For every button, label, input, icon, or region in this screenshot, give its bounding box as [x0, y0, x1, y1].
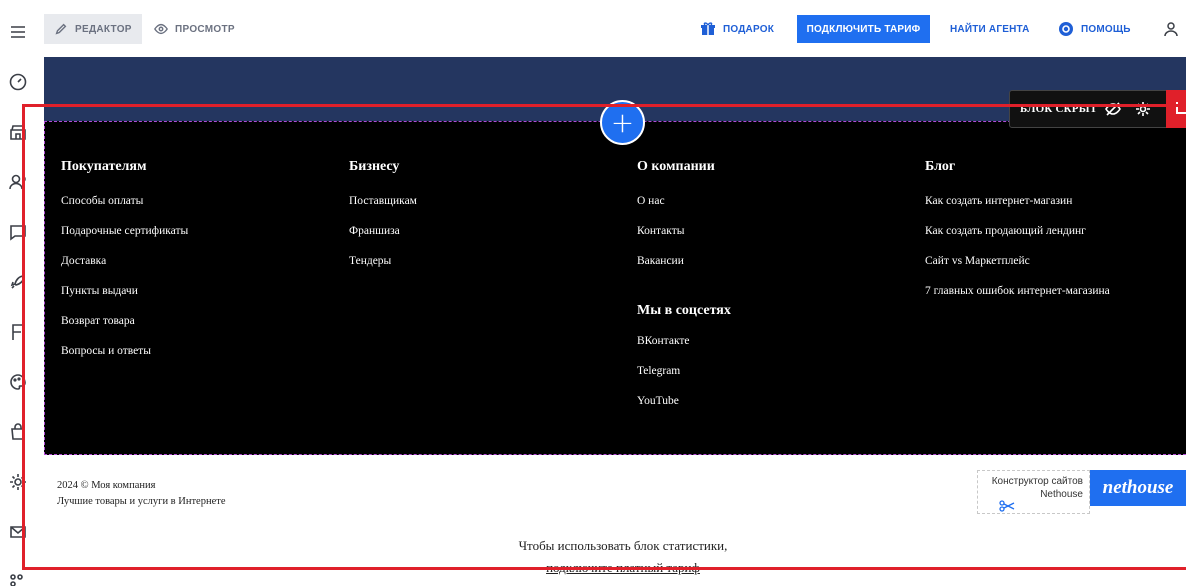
connect-tariff-button[interactable]: ПОДКЛЮЧИТЬ ТАРИФ — [797, 15, 930, 43]
footer-link[interactable]: Пункты выдачи — [61, 284, 188, 314]
footer-column-business: Бизнесу Поставщикам Франшиза Тендеры — [349, 159, 417, 284]
footer-link[interactable]: Вакансии — [637, 254, 731, 284]
rocket-icon[interactable] — [8, 272, 28, 292]
block-delete-tab[interactable] — [1166, 90, 1186, 128]
left-sidebar — [0, 0, 36, 586]
column-title: О компании — [637, 159, 715, 174]
footer-link[interactable]: Как создать продающий лендинг — [925, 224, 1110, 254]
footer-link[interactable]: Франшиза — [349, 224, 417, 254]
stats-line1: Чтобы использовать блок статистики, — [518, 538, 728, 553]
menu-icon[interactable] — [8, 22, 28, 42]
block-boundary-left — [44, 121, 45, 455]
block-hidden-indicator[interactable]: БЛОК СКРЫТ — [1009, 90, 1169, 128]
social-link-telegram[interactable]: Telegram — [637, 364, 731, 394]
footer-link[interactable]: 7 главных ошибок интернет-магазина — [925, 284, 1110, 314]
badge-text: Конструктор сайтов Nethouse — [977, 470, 1090, 514]
store-icon[interactable] — [8, 122, 28, 142]
pencil-icon — [55, 23, 67, 35]
slogan-line: Лучшие товары и услуги в Интернете — [57, 496, 226, 507]
gift-label: ПОДАРОК — [723, 23, 774, 35]
flag-icon[interactable] — [8, 322, 28, 342]
stats-message: Чтобы использовать блок статистики, подк… — [400, 535, 846, 579]
footer-link[interactable]: Тендеры — [349, 254, 417, 284]
chat-icon[interactable] — [8, 222, 28, 242]
bag-icon[interactable] — [8, 422, 28, 442]
footer-link[interactable]: Как создать интернет-магазин — [925, 194, 1110, 224]
copyright: 2024 © Моя компания Лучшие товары и услу… — [57, 478, 226, 510]
social-title: Мы в соцсетях — [637, 303, 731, 318]
eye-icon — [154, 23, 168, 35]
block-boundary-bottom — [44, 454, 1186, 455]
nethouse-badge[interactable]: Конструктор сайтов Nethouse nethouse — [977, 470, 1186, 514]
footer-link[interactable]: Доставка — [61, 254, 188, 284]
badge-line1: Конструктор сайтов — [991, 476, 1083, 487]
social-link-vk[interactable]: ВКонтакте — [637, 334, 731, 364]
tab-editor-label: РЕДАКТОР — [75, 23, 132, 35]
footer-link[interactable]: Поставщикам — [349, 194, 417, 224]
footer-link[interactable]: Возврат товара — [61, 314, 188, 344]
palette-icon[interactable] — [8, 372, 28, 392]
help-link[interactable]: ПОМОЩЬ — [1058, 14, 1131, 44]
gear-icon[interactable] — [1135, 101, 1151, 117]
footer-column-buyers: Покупателям Способы оплаты Подарочные се… — [61, 159, 188, 374]
settings-icon[interactable] — [8, 472, 28, 492]
footer-column-company: О компании О нас Контакты Вакансии Мы в … — [637, 159, 731, 424]
topbar: РЕДАКТОР ПРОСМОТР ПОДАРОК ПОДКЛЮЧИТЬ ТАР… — [36, 0, 1186, 57]
gift-icon — [701, 22, 715, 35]
users-icon[interactable] — [8, 172, 28, 192]
eye-off-icon[interactable] — [1105, 101, 1122, 117]
column-title: Блог — [925, 159, 956, 174]
column-title: Покупателям — [61, 159, 147, 174]
block-hidden-label: БЛОК СКРЫТ — [1020, 103, 1098, 115]
spacer — [637, 284, 731, 293]
dashboard-icon[interactable] — [8, 72, 28, 92]
social-link-youtube[interactable]: YouTube — [637, 394, 731, 424]
user-icon — [1164, 22, 1178, 37]
column-title: Бизнесу — [349, 159, 400, 174]
help-icon — [1059, 22, 1073, 36]
mail-icon[interactable] — [8, 522, 28, 542]
copyright-line: 2024 © Моя компания — [57, 480, 156, 491]
gift-link[interactable]: ПОДАРОК — [700, 14, 774, 44]
footer-link[interactable]: Способы оплаты — [61, 194, 188, 224]
stats-tariff-link[interactable]: подключите платный тариф — [400, 557, 846, 579]
apps-icon[interactable] — [8, 572, 28, 586]
tab-preview[interactable]: ПРОСМОТР — [144, 14, 245, 44]
find-agent-link[interactable]: НАЙТИ АГЕНТА — [950, 14, 1030, 44]
footer-link[interactable]: Контакты — [637, 224, 731, 254]
footer-link[interactable]: Подарочные сертификаты — [61, 224, 188, 254]
help-label: ПОМОЩЬ — [1081, 23, 1131, 35]
badge-line2: Nethouse — [1040, 489, 1083, 500]
tab-editor[interactable]: РЕДАКТОР — [44, 14, 142, 44]
footer-column-blog: Блог Как создать интернет-магазин Как со… — [925, 159, 1110, 314]
footer-link[interactable]: О нас — [637, 194, 731, 224]
footer-link[interactable]: Сайт vs Маркетплейс — [925, 254, 1110, 284]
nethouse-logo: nethouse — [1090, 470, 1186, 506]
footer-link[interactable]: Вопросы и ответы — [61, 344, 188, 374]
add-block-button[interactable]: + — [600, 100, 645, 145]
account-button[interactable] — [1164, 14, 1180, 44]
tab-preview-label: ПРОСМОТР — [175, 23, 235, 35]
scissors-icon — [999, 500, 1015, 512]
